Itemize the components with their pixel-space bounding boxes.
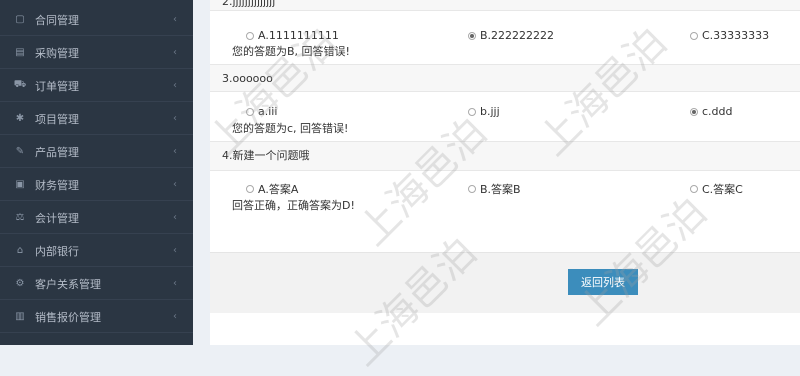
- radio-selected-icon[interactable]: [468, 31, 476, 40]
- sidebar-item-orders[interactable]: ⛟ 订单管理 ‹: [0, 70, 193, 102]
- sidebar-item-accounting[interactable]: ⚖ 会计管理 ‹: [0, 202, 193, 234]
- sidebar-item-finance[interactable]: ▣ 财务管理 ‹: [0, 169, 193, 201]
- sidebar: ▢ 合同管理 ‹ ▤ 采购管理 ‹ ⛟ 订单管理 ‹ ✱ 项目管理 ‹ ✎ 产品管理 ‹ ▣ 财务管理…: [0, 0, 193, 345]
- purchase-icon: ▤: [15, 47, 25, 58]
- chevron-left-icon: ‹: [173, 179, 177, 190]
- radio-icon[interactable]: [690, 185, 698, 193]
- radio-selected-icon[interactable]: [690, 107, 698, 116]
- answer-result: 您的答题为c, 回答错误!: [232, 122, 349, 135]
- sidebar-item-contract[interactable]: ▢ 合同管理 ‹: [0, 4, 193, 36]
- chevron-left-icon: ‹: [173, 245, 177, 256]
- sidebar-item-label: 项目管理: [35, 112, 79, 126]
- question-title: 2.jjjjjjjjjjjjjj: [210, 0, 800, 11]
- sidebar-item-internal-bank[interactable]: ⌂ 内部银行 ‹: [0, 235, 193, 267]
- sidebar-item-crm[interactable]: ⚙ 客户关系管理 ‹: [0, 268, 193, 300]
- sidebar-item-label: 采购管理: [35, 46, 79, 60]
- scale-icon: ⚖: [15, 212, 25, 223]
- bank-icon: ⌂: [16, 245, 24, 256]
- sidebar-item-sales-quote[interactable]: ▥ 销售报价管理 ‹: [0, 301, 193, 333]
- chevron-left-icon: ‹: [173, 278, 177, 289]
- chevron-left-icon: ‹: [173, 80, 177, 91]
- option-label: a.iii: [258, 105, 278, 118]
- quiz-result-panel: 2.jjjjjjjjjjjjjj A.1111111111 B.22222222…: [210, 0, 800, 345]
- radio-icon[interactable]: [246, 107, 254, 116]
- sidebar-gutter: [193, 0, 210, 345]
- option-label: b.jjj: [480, 105, 500, 118]
- sidebar-item-label: 销售报价管理: [35, 310, 101, 324]
- sidebar-item-projects[interactable]: ✱ 项目管理 ‹: [0, 103, 193, 135]
- option-label: C.33333333: [702, 29, 770, 42]
- sidebar-item-label: 产品管理: [35, 145, 79, 159]
- option-label: A.1111111111: [258, 29, 339, 42]
- chevron-left-icon: ‹: [173, 212, 177, 223]
- chevron-left-icon: ‹: [173, 311, 177, 322]
- answer-option[interactable]: A.答案A: [246, 181, 298, 197]
- sidebar-item-label: 内部银行: [35, 244, 79, 258]
- document-icon: ▢: [15, 14, 25, 25]
- option-label: B.222222222: [480, 29, 555, 42]
- option-label: C.答案C: [702, 183, 743, 196]
- answer-option[interactable]: B.222222222: [468, 29, 554, 42]
- option-label: B.答案B: [480, 183, 521, 196]
- question-title: 4.新建一个问题哦: [210, 141, 800, 171]
- sidebar-item-label: 会计管理: [35, 211, 79, 225]
- cart-icon: ⛟: [13, 79, 27, 90]
- sidebar-item-products[interactable]: ✎ 产品管理 ‹: [0, 136, 193, 168]
- option-label: A.答案A: [258, 183, 299, 196]
- chevron-left-icon: ‹: [173, 47, 177, 58]
- answer-result: 回答正确，正确答案为D!: [232, 199, 355, 212]
- edit-icon: ✎: [15, 146, 25, 157]
- answer-option[interactable]: C.33333333: [690, 29, 769, 42]
- bottom-blank: [210, 313, 800, 345]
- radio-icon[interactable]: [246, 31, 254, 40]
- radio-icon[interactable]: [690, 31, 698, 40]
- chevron-left-icon: ‹: [173, 146, 177, 157]
- answer-result: 您的答题为B, 回答错误!: [232, 45, 350, 58]
- gears-icon: ⚙: [15, 278, 25, 289]
- sidebar-item-label: 财务管理: [35, 178, 79, 192]
- money-icon: ▣: [15, 179, 25, 190]
- answer-option[interactable]: c.ddd: [690, 105, 733, 118]
- bar-chart-icon: ▥: [15, 311, 25, 322]
- chevron-left-icon: ‹: [173, 113, 177, 124]
- radio-icon[interactable]: [246, 185, 254, 193]
- answer-option[interactable]: b.jjj: [468, 105, 500, 118]
- sidebar-item-label: 客户关系管理: [35, 277, 101, 291]
- radio-icon[interactable]: [468, 107, 476, 116]
- sidebar-item-label: 订单管理: [35, 79, 79, 93]
- chevron-left-icon: ‹: [173, 14, 177, 25]
- answer-option[interactable]: A.1111111111: [246, 29, 339, 42]
- sidebar-item-label: 合同管理: [35, 13, 79, 27]
- radio-icon[interactable]: [468, 185, 476, 193]
- sidebar-item-purchase[interactable]: ▤ 采购管理 ‹: [0, 37, 193, 69]
- answer-option[interactable]: a.iii: [246, 105, 277, 118]
- back-to-list-button[interactable]: 返回列表: [568, 269, 638, 295]
- option-label: c.ddd: [702, 105, 733, 118]
- answer-option[interactable]: C.答案C: [690, 181, 743, 197]
- answer-option[interactable]: B.答案B: [468, 181, 521, 197]
- project-icon: ✱: [15, 113, 25, 124]
- form-footer: 返回列表: [210, 252, 800, 314]
- question-title: 3.oooooo: [210, 64, 800, 92]
